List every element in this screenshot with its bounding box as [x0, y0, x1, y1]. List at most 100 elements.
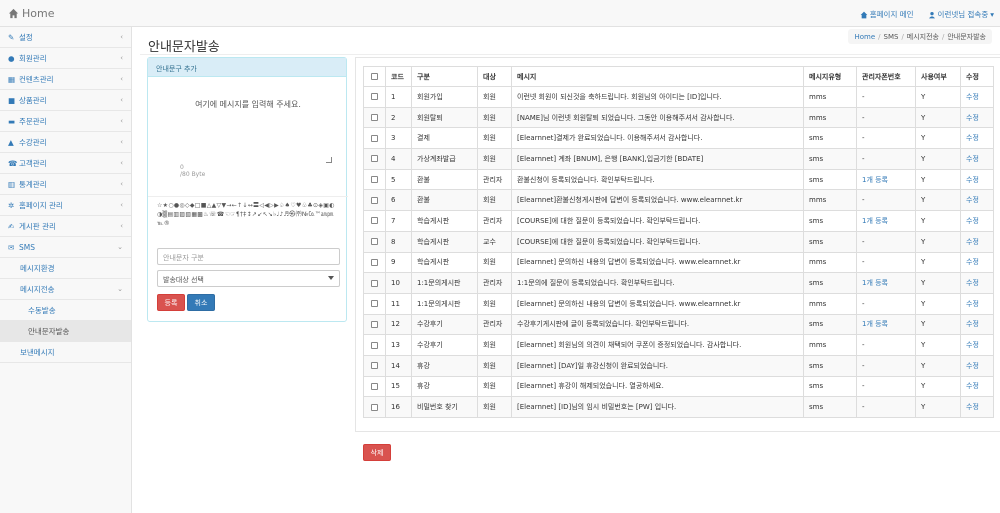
cell-edit[interactable]: 수정 — [960, 251, 994, 274]
cell-message: [Elearnnet] 회원님의 의견이 채택되어 쿠폰이 증정되었습니다. 감… — [511, 334, 804, 356]
sidebar-item-settings[interactable]: ✎ 설정 ‹ — [0, 27, 131, 48]
cell-message: [Elearnnet]환불신청게시판에 답변이 등록되었습니다. www.ele… — [511, 189, 804, 212]
cell-edit[interactable]: 수정 — [960, 292, 994, 315]
row-checkbox[interactable] — [371, 93, 378, 101]
select-all-checkbox[interactable] — [363, 66, 386, 87]
row-checkbox-cell[interactable] — [363, 210, 386, 232]
resize-grip-icon[interactable] — [326, 157, 332, 163]
sidebar-item-orders[interactable]: ▬ 주문관리 ‹ — [0, 111, 131, 132]
cell-edit[interactable]: 수정 — [960, 375, 994, 398]
checkbox[interactable] — [371, 73, 378, 80]
row-checkbox[interactable] — [371, 403, 378, 411]
row-checkbox[interactable] — [371, 238, 378, 246]
cell-msg-type: sms — [803, 148, 857, 170]
sidebar-item-manual-send[interactable]: 수동발송 — [0, 300, 131, 321]
sidebar-item-sms[interactable]: ✉ SMS ⌄ — [0, 237, 131, 258]
row-checkbox[interactable] — [371, 362, 378, 370]
cell-code: 8 — [385, 230, 412, 253]
cell-edit[interactable]: 수정 — [960, 127, 994, 150]
sidebar-item-products[interactable]: ■ 상품관리 ‹ — [0, 90, 131, 111]
table-row: 14 휴강 회원 [Elearnnet] [DAY]일 휴강신청이 완료되었습니다. s… — [363, 354, 994, 377]
row-checkbox[interactable] — [371, 217, 378, 225]
target-select[interactable]: 발송대상 선택 — [157, 270, 340, 287]
row-checkbox[interactable] — [371, 320, 378, 328]
cell-edit[interactable]: 수정 — [960, 86, 994, 108]
row-checkbox-cell[interactable] — [363, 127, 386, 150]
cell-edit[interactable]: 수정 — [960, 210, 994, 232]
cell-edit[interactable]: 수정 — [960, 106, 994, 129]
sidebar-item-courses[interactable]: ▲ 수강관리 ‹ — [0, 132, 131, 153]
row-checkbox-cell[interactable] — [363, 106, 386, 129]
cell-edit[interactable]: 수정 — [960, 396, 994, 418]
register-button[interactable]: 등록 — [157, 294, 185, 311]
cell-edit[interactable]: 수정 — [960, 272, 994, 294]
user-icon — [928, 11, 935, 18]
chevron-left-icon: ‹ — [120, 138, 123, 146]
sidebar-item-customers[interactable]: ☎ 고객관리 ‹ — [0, 153, 131, 174]
row-checkbox-cell[interactable] — [363, 189, 386, 212]
special-symbols-picker[interactable]: ☆★○●◎◇◆□■△▲▽▼→←↑↓↔〓◁◀▷▶♤♠♡♥♧♣⊙◈▣◐◑▒▤▥▨▧▦… — [157, 201, 340, 228]
cell-code: 16 — [385, 396, 412, 418]
brand-home-link[interactable]: Home — [8, 7, 54, 20]
sidebar-item-message-send[interactable]: 메시지전송 ⌄ — [0, 279, 131, 300]
cell-admin-phone[interactable]: 1개 등록 — [856, 313, 916, 336]
sidebar-item-label: 게시판 관리 — [19, 221, 56, 231]
row-checkbox-cell[interactable] — [363, 334, 386, 356]
sidebar-item-label: 설정 — [19, 32, 33, 42]
cell-edit[interactable]: 수정 — [960, 354, 994, 377]
cell-admin-phone[interactable]: 1개 등록 — [856, 210, 916, 232]
cell-use: Y — [915, 189, 961, 212]
row-checkbox-cell[interactable] — [363, 375, 386, 398]
row-checkbox[interactable] — [371, 279, 378, 287]
cell-use: Y — [915, 168, 961, 191]
notice-type-input[interactable]: 안내문자 구분 — [157, 248, 340, 265]
cancel-button[interactable]: 취소 — [187, 294, 215, 311]
row-checkbox-cell[interactable] — [363, 354, 386, 377]
sidebar-item-sent-messages[interactable]: 보낸메시지 — [0, 342, 131, 363]
row-checkbox[interactable] — [371, 382, 378, 390]
row-checkbox-cell[interactable] — [363, 272, 386, 294]
row-checkbox[interactable] — [371, 134, 378, 142]
sidebar-item-boards[interactable]: ✍ 게시판 관리 ‹ — [0, 216, 131, 237]
cell-edit[interactable]: 수정 — [960, 168, 994, 191]
row-checkbox-cell[interactable] — [363, 148, 386, 170]
sidebar-item-members[interactable]: ● 회원관리 ‹ — [0, 48, 131, 69]
cell-admin-phone: - — [856, 148, 916, 170]
row-checkbox-cell[interactable] — [363, 292, 386, 315]
sidebar-item-notice-send[interactable]: 안내문자발송 — [0, 321, 131, 342]
row-checkbox-cell[interactable] — [363, 168, 386, 191]
homepage-main-link[interactable]: 홈페이지 메인 — [860, 9, 914, 20]
cell-code: 2 — [385, 106, 412, 129]
row-checkbox[interactable] — [371, 155, 378, 163]
sidebar-item-message-settings[interactable]: 메시지환경 — [0, 258, 131, 279]
row-checkbox[interactable] — [371, 114, 378, 122]
cell-edit[interactable]: 수정 — [960, 313, 994, 336]
row-checkbox[interactable] — [371, 258, 378, 266]
row-checkbox[interactable] — [371, 341, 378, 349]
cell-use: Y — [915, 375, 961, 398]
cell-edit[interactable]: 수정 — [960, 230, 994, 253]
row-checkbox-cell[interactable] — [363, 230, 386, 253]
cell-edit[interactable]: 수정 — [960, 148, 994, 170]
sidebar-item-homepage[interactable]: ✲ 홈페이지 관리 ‹ — [0, 195, 131, 216]
cell-admin-phone[interactable]: 1개 등록 — [856, 168, 916, 191]
row-checkbox-cell[interactable] — [363, 86, 386, 108]
row-checkbox[interactable] — [371, 196, 378, 204]
delete-button[interactable]: 삭제 — [363, 444, 391, 461]
cell-edit[interactable]: 수정 — [960, 334, 994, 356]
user-menu-dropdown[interactable]: 이런넷님 접속중 ▾ — [928, 9, 994, 20]
cell-admin-phone: - — [856, 86, 916, 108]
sidebar-item-contents[interactable]: ▦ 컨텐츠관리 ‹ — [0, 69, 131, 90]
message-textarea[interactable]: 여기에 메시지를 입력해 주세요. — [162, 85, 334, 165]
cell-edit[interactable]: 수정 — [960, 189, 994, 212]
sidebar-item-label: 수동발송 — [28, 305, 56, 315]
caret-down-icon — [328, 276, 334, 280]
row-checkbox[interactable] — [371, 176, 378, 184]
row-checkbox-cell[interactable] — [363, 396, 386, 418]
row-checkbox-cell[interactable] — [363, 313, 386, 336]
breadcrumb-home[interactable]: Home — [854, 33, 875, 41]
sidebar-item-statistics[interactable]: ▥ 통계관리 ‹ — [0, 174, 131, 195]
cell-admin-phone[interactable]: 1개 등록 — [856, 272, 916, 294]
row-checkbox[interactable] — [371, 300, 378, 308]
row-checkbox-cell[interactable] — [363, 251, 386, 274]
